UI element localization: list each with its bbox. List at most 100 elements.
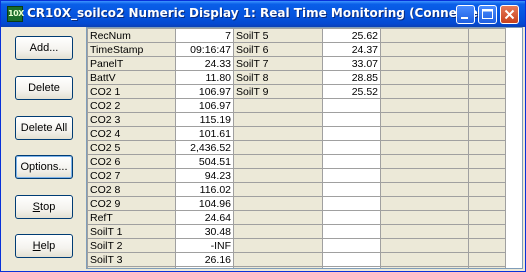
field-name-cell[interactable]: SoilT 8 (233, 70, 323, 85)
empty-value-cell[interactable] (468, 210, 506, 225)
empty-name-cell[interactable] (233, 224, 323, 239)
empty-name-cell[interactable] (380, 98, 469, 113)
field-value-cell[interactable]: 104.96 (175, 196, 234, 211)
field-name-cell[interactable]: CO2 6 (87, 154, 176, 169)
help-button[interactable]: Help (15, 234, 73, 258)
empty-value-cell[interactable] (468, 238, 506, 253)
field-name-cell[interactable]: RecNum (87, 28, 176, 43)
empty-name-cell[interactable] (233, 196, 323, 211)
empty-name-cell[interactable] (380, 266, 469, 268)
add-button[interactable]: Add... (15, 36, 73, 60)
empty-value-cell[interactable] (468, 168, 506, 183)
empty-name-cell[interactable] (380, 84, 469, 99)
empty-name-cell[interactable] (233, 140, 323, 155)
empty-value-cell[interactable] (468, 154, 506, 169)
empty-value-cell[interactable] (322, 224, 381, 239)
field-value-cell[interactable]: 94.23 (175, 168, 234, 183)
empty-name-cell[interactable] (233, 266, 323, 268)
data-grid[interactable]: RecNum 7 SoilT 5 25.62 TimeStamp 09:16:47 Soil… (86, 27, 523, 269)
empty-name-cell[interactable] (380, 252, 469, 267)
empty-value-cell[interactable] (468, 126, 506, 141)
empty-name-cell[interactable] (233, 168, 323, 183)
field-name-cell[interactable]: RefT (87, 210, 176, 225)
empty-value-cell[interactable] (322, 140, 381, 155)
empty-value-cell[interactable] (468, 56, 506, 71)
field-name-cell[interactable]: SoilT_4 (87, 266, 176, 268)
empty-name-cell[interactable] (233, 154, 323, 169)
field-value-cell[interactable]: 106.97 (175, 84, 234, 99)
empty-value-cell[interactable] (322, 266, 381, 268)
empty-value-cell[interactable] (468, 224, 506, 239)
empty-name-cell[interactable] (380, 210, 469, 225)
field-value-cell[interactable]: 09:16:47 (175, 42, 234, 57)
empty-name-cell[interactable] (233, 238, 323, 253)
field-name-cell[interactable]: CO2 7 (87, 168, 176, 183)
empty-name-cell[interactable] (380, 196, 469, 211)
empty-value-cell[interactable] (322, 126, 381, 141)
field-name-cell[interactable]: SoilT 6 (233, 42, 323, 57)
field-name-cell[interactable]: SoilT 1 (87, 224, 176, 239)
field-value-cell[interactable]: 2,436.52 (175, 140, 234, 155)
empty-name-cell[interactable] (380, 182, 469, 197)
empty-name-cell[interactable] (380, 112, 469, 127)
empty-value-cell[interactable] (468, 112, 506, 127)
field-value-cell[interactable]: 115.19 (175, 112, 234, 127)
field-value-cell[interactable]: 24.33 (175, 56, 234, 71)
empty-name-cell[interactable] (380, 56, 469, 71)
empty-value-cell[interactable] (468, 196, 506, 211)
empty-value-cell[interactable] (468, 28, 506, 43)
field-value-cell[interactable]: 116.02 (175, 182, 234, 197)
empty-name-cell[interactable] (380, 140, 469, 155)
minimize-button[interactable] (456, 5, 475, 24)
field-value-cell[interactable]: 504.51 (175, 154, 234, 169)
field-name-cell[interactable]: CO2 2 (87, 98, 176, 113)
field-name-cell[interactable]: PanelT (87, 56, 176, 71)
empty-value-cell[interactable] (322, 154, 381, 169)
empty-name-cell[interactable] (380, 238, 469, 253)
empty-value-cell[interactable] (468, 266, 506, 268)
empty-value-cell[interactable] (322, 182, 381, 197)
field-value-cell[interactable]: 28.99 (175, 266, 234, 268)
field-value-cell[interactable]: 28.85 (322, 70, 381, 85)
empty-value-cell[interactable] (322, 252, 381, 267)
field-name-cell[interactable]: CO2 5 (87, 140, 176, 155)
field-name-cell[interactable]: SoilT 7 (233, 56, 323, 71)
field-value-cell[interactable]: -INF (175, 238, 234, 253)
title-bar[interactable]: 10X CR10X_soilco2 Numeric Display 1: Rea… (1, 1, 525, 27)
empty-value-cell[interactable] (322, 196, 381, 211)
field-name-cell[interactable]: BattV (87, 70, 176, 85)
stop-button[interactable]: Stop (15, 195, 73, 219)
empty-name-cell[interactable] (380, 154, 469, 169)
field-name-cell[interactable]: TimeStamp (87, 42, 176, 57)
empty-name-cell[interactable] (380, 70, 469, 85)
field-value-cell[interactable]: 7 (175, 28, 234, 43)
field-value-cell[interactable]: 101.61 (175, 126, 234, 141)
delete-all-button[interactable]: Delete All (15, 116, 73, 140)
field-value-cell[interactable]: 30.48 (175, 224, 234, 239)
empty-name-cell[interactable] (233, 98, 323, 113)
field-name-cell[interactable]: SoilT 3 (87, 252, 176, 267)
empty-name-cell[interactable] (380, 42, 469, 57)
field-value-cell[interactable]: 33.07 (322, 56, 381, 71)
empty-value-cell[interactable] (468, 70, 506, 85)
empty-name-cell[interactable] (233, 182, 323, 197)
empty-value-cell[interactable] (322, 98, 381, 113)
empty-value-cell[interactable] (468, 42, 506, 57)
field-name-cell[interactable]: CO2 3 (87, 112, 176, 127)
options-button[interactable]: Options... (15, 155, 73, 179)
empty-value-cell[interactable] (322, 112, 381, 127)
empty-name-cell[interactable] (380, 126, 469, 141)
field-name-cell[interactable]: CO2 9 (87, 196, 176, 211)
field-name-cell[interactable]: SoilT 9 (233, 84, 323, 99)
empty-value-cell[interactable] (468, 140, 506, 155)
empty-value-cell[interactable] (468, 98, 506, 113)
empty-value-cell[interactable] (322, 210, 381, 225)
field-name-cell[interactable]: CO2 1 (87, 84, 176, 99)
empty-value-cell[interactable] (322, 238, 381, 253)
empty-name-cell[interactable] (380, 224, 469, 239)
empty-name-cell[interactable] (380, 168, 469, 183)
field-value-cell[interactable]: 24.37 (322, 42, 381, 57)
close-button[interactable] (500, 5, 519, 24)
field-value-cell[interactable]: 106.97 (175, 98, 234, 113)
delete-button[interactable]: Delete (15, 76, 73, 100)
